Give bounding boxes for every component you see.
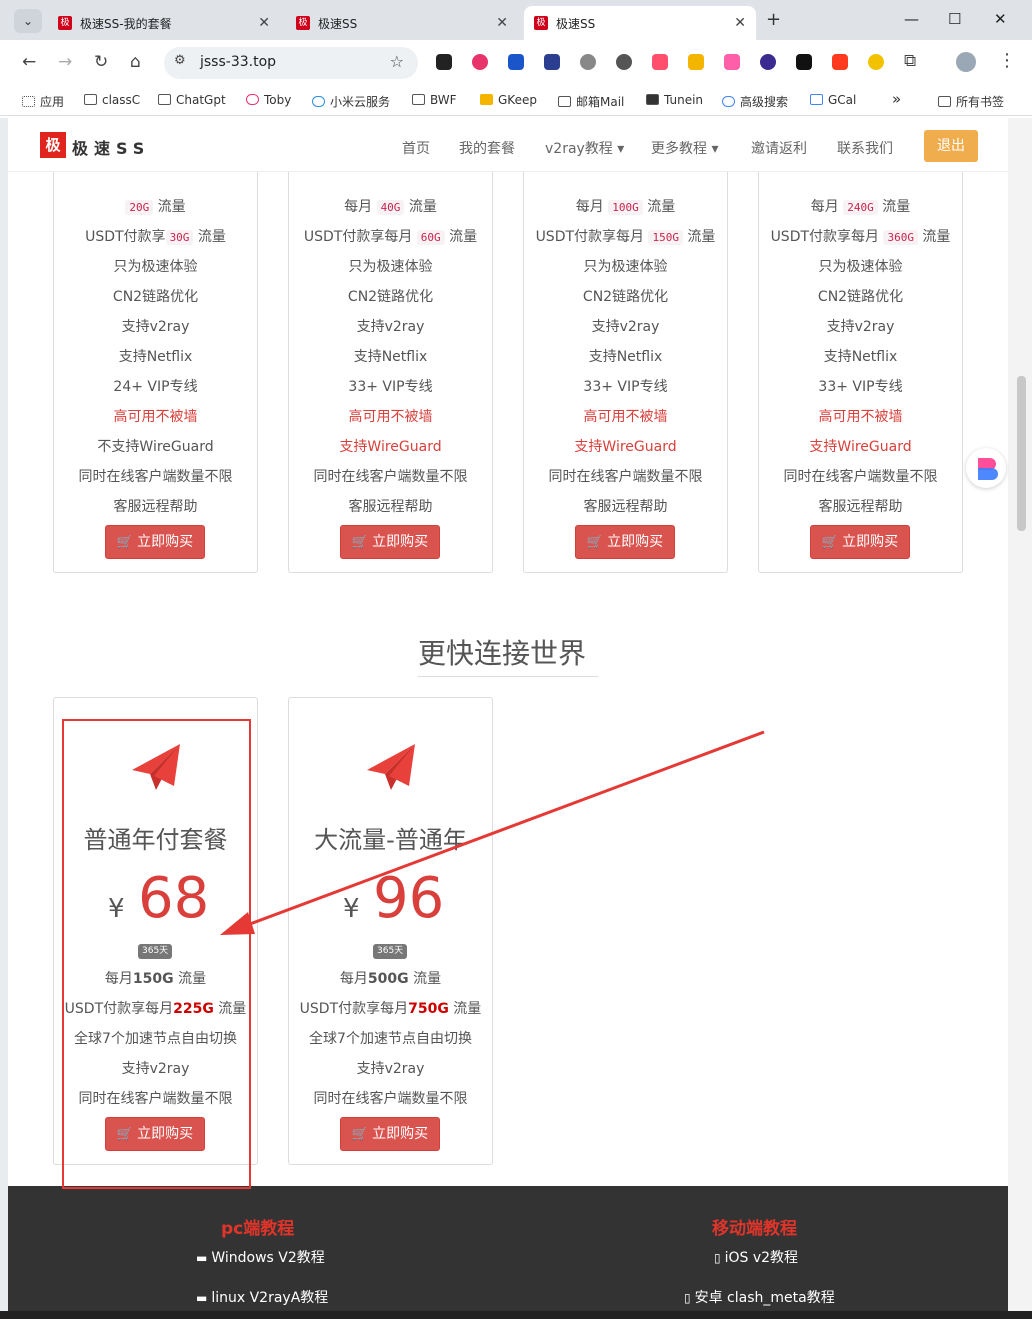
annotation-arrow — [220, 730, 765, 935]
